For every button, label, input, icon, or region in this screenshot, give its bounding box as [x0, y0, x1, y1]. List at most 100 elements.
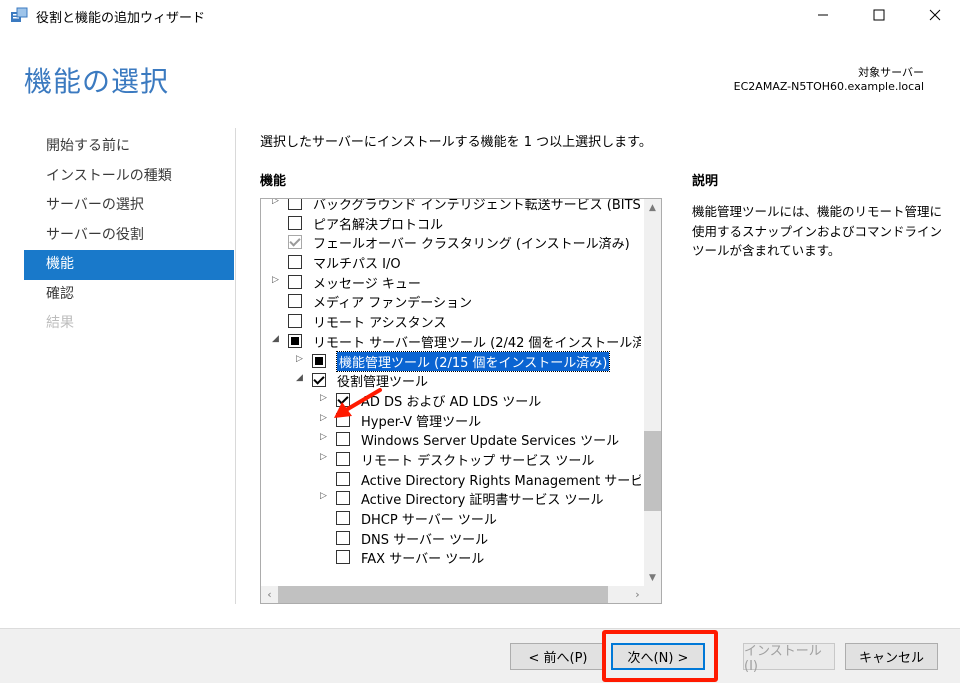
feature-label: Active Directory 証明書サービス ツール — [361, 493, 604, 509]
description-text: 機能管理ツールには、機能のリモート管理に使用するスナップインおよびコマンドライン… — [692, 204, 943, 258]
scroll-left-icon[interactable]: ‹ — [261, 586, 278, 603]
features-tree-content: ▷ バックグラウンド インテリジェント転送サービス (BITS) ピア名解決プロトコ… — [261, 198, 641, 579]
feature-checkbox[interactable] — [336, 471, 350, 486]
feature-checkbox[interactable] — [288, 294, 302, 309]
nav-divider — [235, 128, 236, 604]
feature-checkbox[interactable] — [312, 373, 326, 388]
description-heading: 説明 — [692, 174, 719, 189]
tree-item[interactable]: ◢ リモート サーバー管理ツール (2/42 個をインストール済み) — [261, 331, 641, 351]
nav-item-server-selection[interactable]: サーバーの選択 — [24, 191, 234, 221]
nav-item-results: 結果 — [46, 315, 74, 331]
feature-checkbox[interactable] — [288, 255, 302, 270]
feature-label: AD DS および AD LDS ツール — [361, 394, 542, 410]
feature-label: Active Directory Rights Management サービス — [361, 473, 641, 489]
feature-checkbox[interactable] — [336, 491, 350, 506]
tree-item[interactable]: メディア ファンデーション — [261, 291, 641, 311]
feature-label: DNS サーバー ツール — [361, 532, 489, 548]
page-title: 機能の選択 — [24, 65, 170, 98]
nav-item-server-roles[interactable]: サーバーの役割 — [24, 221, 234, 251]
expand-triangle-icon[interactable]: ▷ — [272, 199, 282, 208]
feature-label: Windows Server Update Services ツール — [361, 434, 620, 450]
feature-label: マルチパス I/O — [313, 257, 401, 273]
feature-label: メディア ファンデーション — [313, 296, 472, 312]
tree-item[interactable]: DHCP サーバー ツール — [261, 508, 641, 528]
feature-checkbox[interactable] — [336, 550, 350, 565]
title-bar: 役割と機能の追加ウィザード — [0, 0, 960, 30]
feature-checkbox[interactable] — [336, 432, 350, 447]
tree-item[interactable]: FAX サーバー ツール — [261, 547, 641, 567]
wizard-nav: 開始する前に インストールの種類 サーバーの選択 サーバーの役割 機能 確認 結… — [24, 132, 234, 339]
horizontal-scrollbar[interactable]: ‹ › — [261, 586, 646, 603]
expand-triangle-icon[interactable]: ▷ — [320, 432, 330, 444]
feature-label: フェールオーバー クラスタリング (インストール済み) — [313, 237, 630, 253]
tree-item[interactable]: フェールオーバー クラスタリング (インストール済み) — [261, 232, 641, 252]
tree-item[interactable]: Active Directory Rights Management サービス — [261, 469, 641, 489]
tree-item[interactable]: ▷ 機能管理ツール (2/15 個をインストール済み) — [261, 350, 641, 372]
feature-label: ピア名解決プロトコル — [313, 217, 444, 233]
nav-item-before-you-begin[interactable]: 開始する前に — [24, 132, 234, 162]
minimize-button[interactable] — [800, 0, 846, 30]
expand-triangle-icon[interactable]: ▷ — [272, 275, 282, 287]
target-server-name: EC2AMAZ-N5TOH60.example.local — [733, 80, 924, 93]
feature-label: リモート アシスタンス — [313, 316, 447, 332]
tree-item[interactable]: ▷ リモート デスクトップ サービス ツール — [261, 449, 641, 469]
feature-checkbox[interactable] — [312, 353, 326, 368]
features-tree[interactable]: ▷ バックグラウンド インテリジェント転送サービス (BITS) ピア名解決プロトコ… — [260, 198, 662, 604]
vertical-scroll-thumb[interactable] — [644, 431, 661, 511]
feature-label: 機能管理ツール (2/15 個をインストール済み) — [335, 350, 611, 372]
maximize-icon — [873, 9, 885, 21]
tree-item[interactable]: ▷ Active Directory 証明書サービス ツール — [261, 488, 641, 508]
feature-label: FAX サーバー ツール — [361, 552, 485, 568]
vertical-scrollbar[interactable]: ▲ ▼ — [644, 199, 661, 586]
feature-checkbox — [288, 235, 302, 250]
feature-label: リモート デスクトップ サービス ツール — [361, 453, 595, 469]
expand-triangle-icon[interactable]: ▷ — [296, 354, 306, 366]
feature-checkbox[interactable] — [336, 530, 350, 545]
tree-item[interactable]: ▷ AD DS および AD LDS ツール — [261, 390, 641, 410]
feature-checkbox[interactable] — [288, 314, 302, 329]
tree-item[interactable]: ▷ Windows Server Update Services ツール — [261, 429, 641, 449]
nav-item-installation-type[interactable]: インストールの種類 — [24, 162, 234, 192]
server-manager-icon — [11, 7, 28, 22]
tree-item[interactable]: DNS サーバー ツール — [261, 528, 641, 548]
feature-checkbox[interactable] — [336, 511, 350, 525]
previous-button[interactable]: < 前へ(P) — [510, 643, 606, 670]
tree-item[interactable]: マルチパス I/O — [261, 252, 641, 272]
horizontal-scroll-thumb[interactable] — [278, 586, 608, 603]
feature-label: リモート サーバー管理ツール (2/42 個をインストール済み) — [313, 335, 641, 351]
collapse-triangle-icon[interactable]: ◢ — [272, 334, 282, 346]
feature-label: DHCP サーバー ツール — [361, 513, 497, 528]
features-heading: 機能 — [260, 174, 287, 189]
tree-item[interactable]: ▷ メッセージ キュー — [261, 272, 641, 292]
maximize-button[interactable] — [856, 0, 902, 30]
close-icon — [929, 9, 941, 21]
tree-item[interactable]: ◢ 役割管理ツール — [261, 370, 641, 390]
cancel-button[interactable]: キャンセル — [845, 643, 938, 670]
tree-item[interactable]: ▷ Hyper-V 管理ツール — [261, 410, 641, 430]
expand-triangle-icon[interactable]: ▷ — [320, 452, 330, 464]
nav-item-confirmation[interactable]: 確認 — [24, 280, 234, 310]
feature-label: バックグラウンド インテリジェント転送サービス (BITS) — [313, 198, 641, 213]
expand-triangle-icon[interactable]: ▷ — [320, 491, 330, 503]
next-button-highlight — [602, 630, 718, 682]
close-button[interactable] — [912, 0, 958, 30]
install-button: インストール(I) — [743, 643, 835, 674]
target-server-label: 対象サーバー — [858, 66, 924, 79]
feature-checkbox[interactable] — [288, 274, 302, 289]
minimize-icon — [818, 14, 828, 16]
feature-checkbox[interactable] — [288, 333, 302, 348]
tree-item[interactable]: ピア名解決プロトコル — [261, 213, 641, 233]
tree-item[interactable]: ▷ バックグラウンド インテリジェント転送サービス (BITS) — [261, 198, 641, 213]
collapse-triangle-icon[interactable]: ◢ — [296, 373, 306, 385]
scrollbar-corner — [644, 586, 661, 603]
scroll-down-icon[interactable]: ▼ — [644, 569, 661, 586]
tree-item[interactable]: リモート アシスタンス — [261, 311, 641, 331]
instruction-text: 選択したサーバーにインストールする機能を 1 つ以上選択します。 — [260, 135, 652, 150]
feature-checkbox[interactable] — [288, 199, 302, 210]
window-title: 役割と機能の追加ウィザード — [36, 11, 206, 26]
nav-item-features[interactable]: 機能 — [24, 250, 234, 280]
feature-checkbox[interactable] — [288, 215, 302, 230]
feature-checkbox[interactable] — [336, 451, 350, 466]
feature-label: メッセージ キュー — [313, 276, 421, 292]
scroll-up-icon[interactable]: ▲ — [644, 199, 661, 216]
